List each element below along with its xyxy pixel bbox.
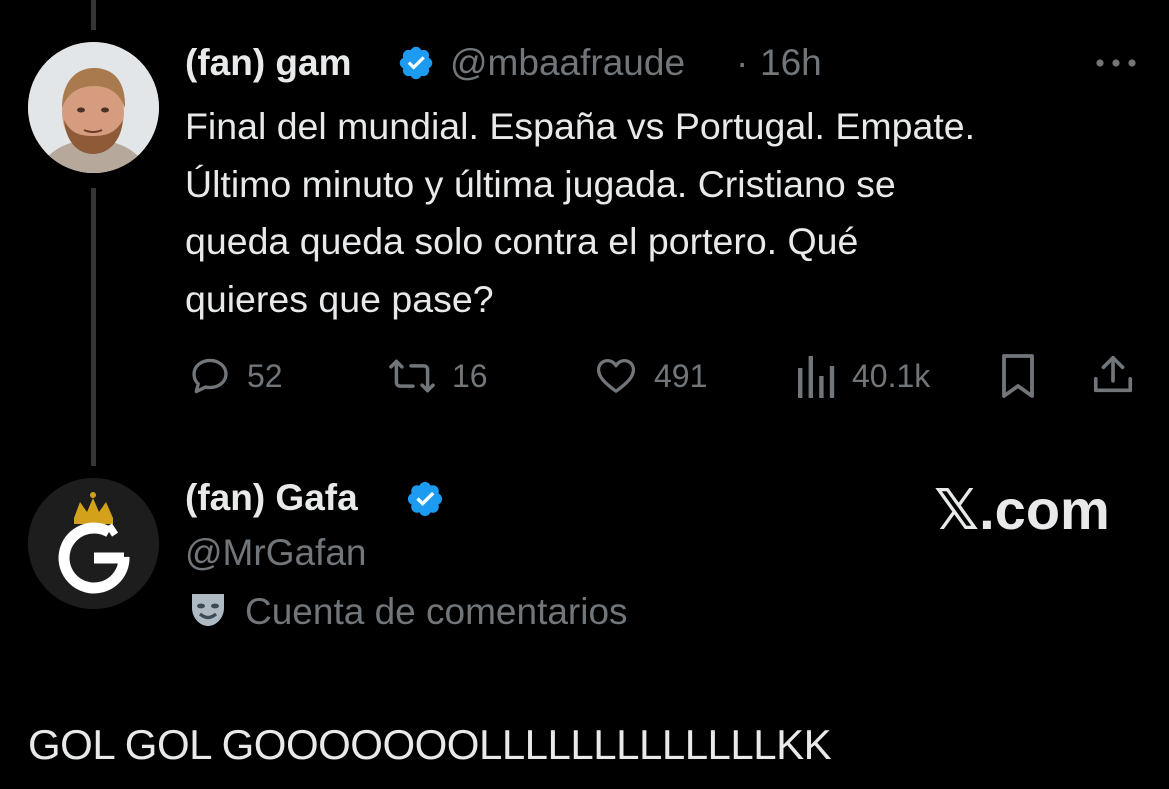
- tweet-text-line: quieres que pase?: [185, 277, 494, 320]
- tweet-text-line: Final del mundial. España vs Portugal. E…: [185, 105, 976, 147]
- thread-line: [91, 188, 96, 466]
- author-avatar[interactable]: [28, 42, 159, 173]
- author-handle[interactable]: @mbaafraude: [450, 42, 685, 84]
- verified-badge-icon: [405, 479, 445, 524]
- views-count: 40.1k: [852, 357, 931, 394]
- tweet-time[interactable]: 16h: [760, 42, 822, 84]
- reply-text: GOL GOL GOOOOOOOLLLLLLLLLLLLLKK: [28, 721, 832, 768]
- reply-button[interactable]: 52: [187, 354, 283, 398]
- time-separator: ·: [736, 42, 749, 83]
- like-button[interactable]: 491: [592, 354, 707, 398]
- reply-author-handle[interactable]: @MrGafan: [185, 532, 367, 574]
- reply-author-avatar[interactable]: [28, 478, 159, 609]
- x-watermark: 𝕏.com: [934, 478, 1110, 541]
- bar-chart-icon: [798, 356, 835, 398]
- share-icon[interactable]: [1090, 352, 1136, 403]
- verified-badge-icon: [397, 44, 435, 87]
- repost-arrows-icon: [389, 359, 435, 393]
- account-label: Cuenta de comentarios: [245, 591, 628, 632]
- thread-line-top: [91, 0, 96, 30]
- theater-mask-icon: [188, 590, 228, 635]
- repost-button[interactable]: 16: [386, 354, 488, 398]
- tweet-text: Final del mundial. España vs Portugal. E…: [185, 98, 1145, 328]
- views-button[interactable]: 40.1k: [796, 354, 930, 398]
- reply-author-name[interactable]: (fan) Gafa: [185, 477, 358, 519]
- more-dots-icon[interactable]: [1094, 56, 1138, 75]
- like-count: 491: [654, 357, 708, 394]
- heart-icon: [596, 358, 636, 393]
- bookmark-icon[interactable]: [998, 352, 1038, 405]
- tweet-text-line: queda queda solo contra el portero. Qué: [185, 220, 859, 262]
- repost-count: 16: [452, 357, 488, 394]
- tweet-text-line: Último minuto y última jugada. Cristiano…: [185, 162, 896, 205]
- speech-bubble-icon: [192, 358, 228, 394]
- author-name[interactable]: (fan) gam: [185, 42, 352, 84]
- reply-count: 52: [247, 357, 283, 394]
